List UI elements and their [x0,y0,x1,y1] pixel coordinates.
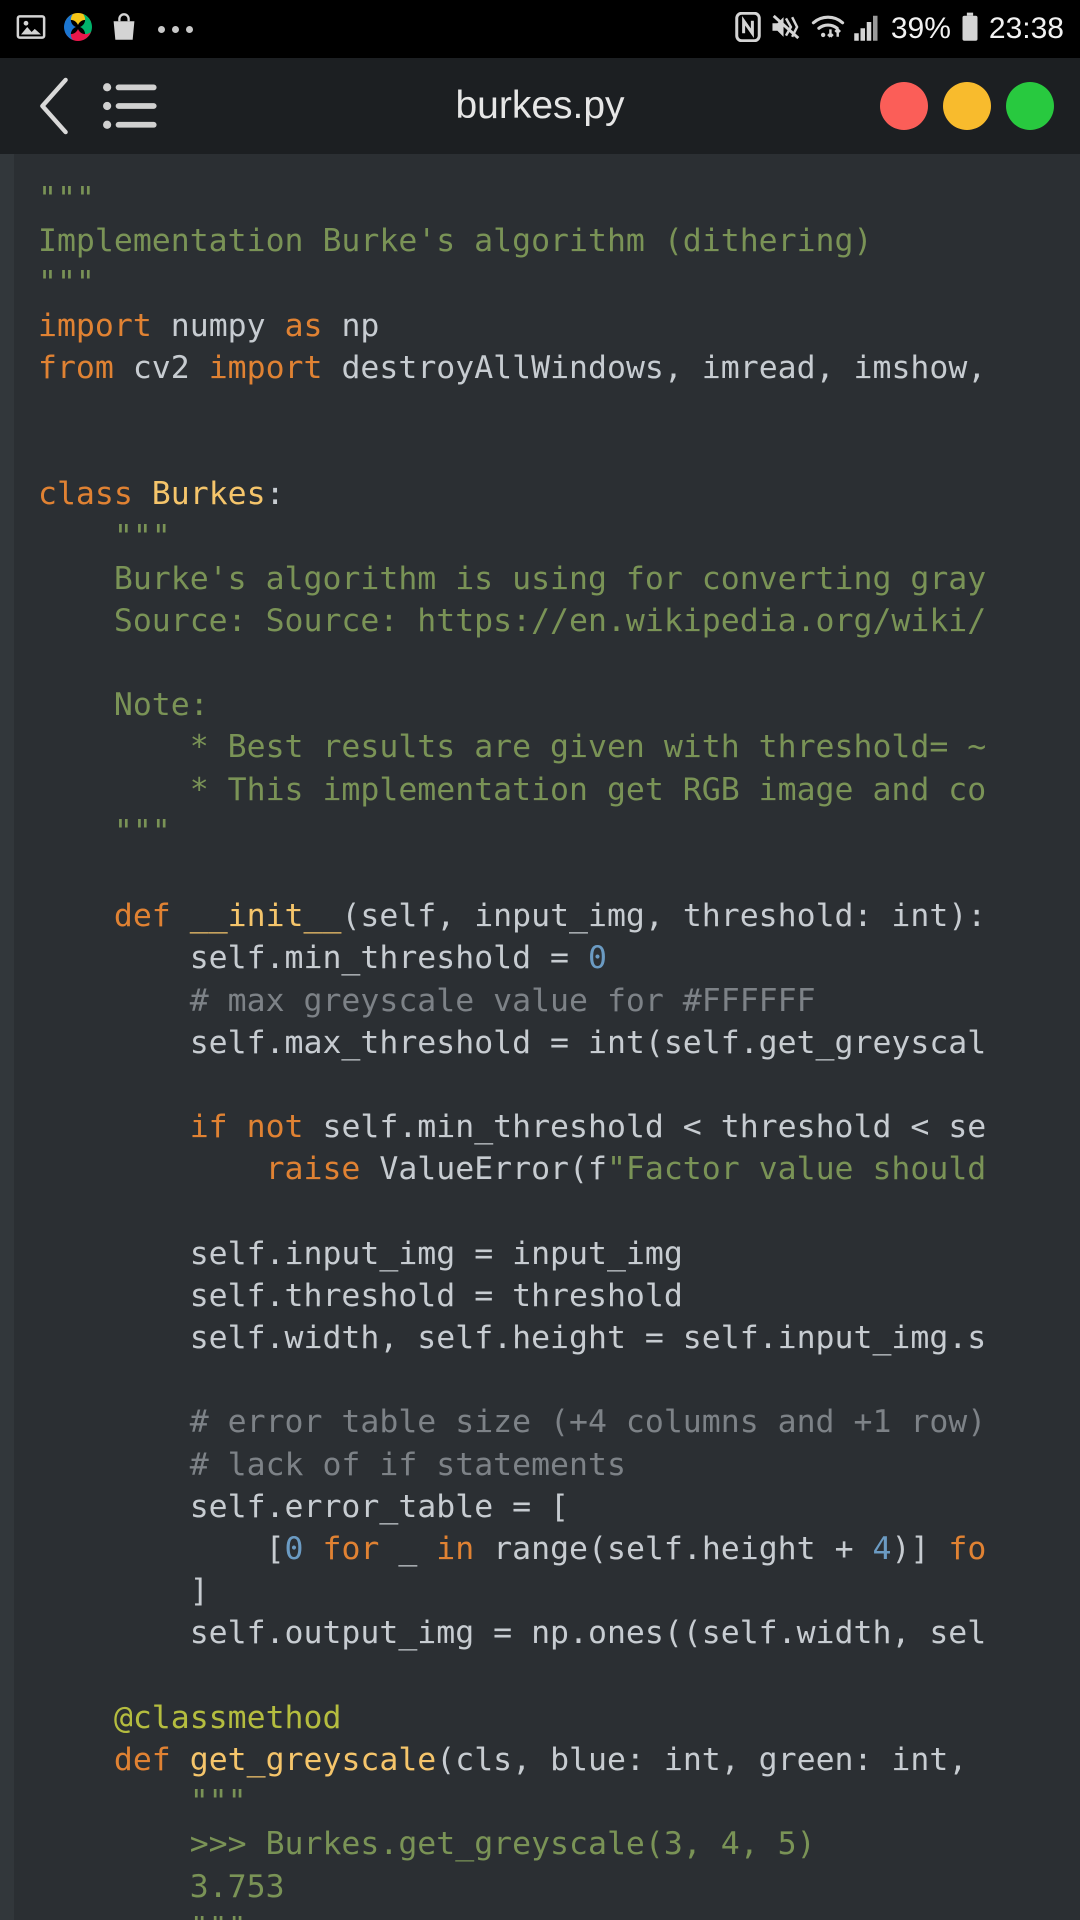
code-line: """ [113,518,171,555]
code-line: * Best results are given with threshold=… [189,729,987,766]
code-line: """ [38,181,95,217]
code-line: Note: [113,687,209,724]
code-line: # lack of if statements [189,1446,626,1483]
code-line: """ [189,1784,247,1821]
signal-icon [854,12,882,46]
code-line: Implementation Burke's algorithm (dither… [38,223,873,260]
code-line: Source: Source: https://en.wikipedia.org… [113,602,987,639]
code-line: class Burkes: [38,476,285,513]
code-line: >>> Burkes.get_greyscale(3, 4, 5) [189,1826,816,1863]
code-line: self.input_img = input_img [189,1235,683,1272]
code-line: raise ValueError(f"Factor value should [265,1151,987,1188]
status-bar-left-icons [16,11,193,47]
status-bar: 39% 23:38 [0,0,1080,58]
code-line: import numpy as np [38,307,380,344]
status-bar-right-icons: 39% 23:38 [735,11,1064,46]
code-editor[interactable]: """ Implementation Burke's algorithm (dit… [0,154,1080,1920]
shareit-icon [62,11,94,47]
code-line: def __init__(self, input_img, threshold:… [113,898,987,935]
code-line: """ [113,813,171,850]
code-line: """ [0,1908,986,1920]
wifi-icon [811,12,845,46]
code-content[interactable]: """ Implementation Burke's algorithm (dit… [0,154,986,1920]
shopping-bag-icon [110,12,138,46]
code-line: @classmethod [113,1699,342,1736]
code-line: self.min_threshold = 0 [189,940,607,977]
code-line: self.error_table = [ [189,1488,570,1525]
maximize-window-button[interactable] [1006,82,1054,130]
code-line: ] [189,1573,209,1610]
more-dots-icon [158,25,193,33]
code-line: # max greyscale value for #FFFFFF [189,982,816,1019]
nfc-icon [735,11,761,46]
code-line: self.output_img = np.ones((self.width, s… [189,1615,987,1652]
code-line: def get_greyscale(cls, blue: int, green:… [113,1741,968,1778]
window-controls [880,82,1054,130]
code-line: self.width, self.height = self.input_img… [189,1320,987,1357]
code-line: # error table size (+4 columns and +1 ro… [189,1404,987,1441]
back-button[interactable] [26,76,82,136]
code-line: 3.753 [189,1868,285,1905]
battery-percent-label: 39% [890,12,951,45]
clock-label: 23:38 [988,12,1064,45]
close-window-button[interactable] [880,82,928,130]
mute-vibrate-icon [770,12,802,46]
code-line: [0 for _ in range(self.height + 4)] fo [265,1531,987,1567]
code-line: self.threshold = threshold [189,1277,683,1314]
code-line: * This implementation get RGB image and … [189,771,987,808]
file-list-menu-button[interactable] [96,76,166,136]
code-line: self.max_threshold = int(self.get_greysc… [189,1024,987,1061]
code-line: """ [38,265,95,302]
app-bar: burkes.py [0,58,1080,154]
image-icon [16,12,46,46]
minimize-window-button[interactable] [943,82,991,130]
code-line: Burke's algorithm is using for convertin… [113,560,987,597]
code-line: from cv2 import destroyAllWindows, imrea… [38,349,987,386]
battery-icon [960,12,980,46]
code-line: if not self.min_threshold < threshold < … [189,1109,987,1146]
